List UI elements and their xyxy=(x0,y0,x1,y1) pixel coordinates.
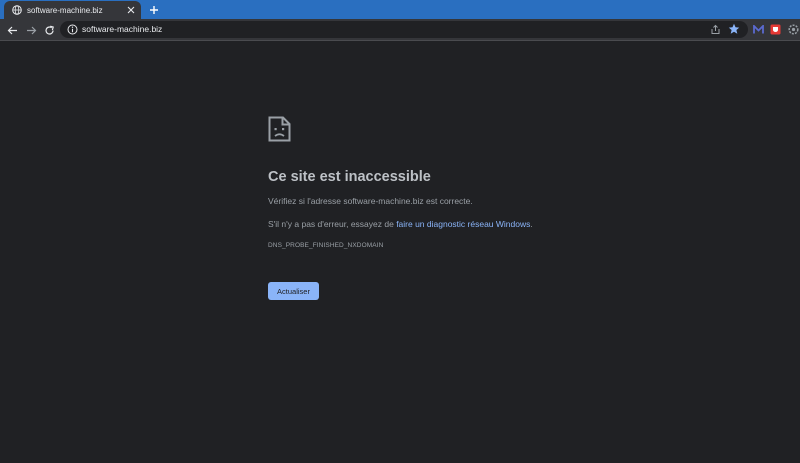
tab-title: software-machine.biz xyxy=(27,5,103,15)
reload-button[interactable] xyxy=(42,23,56,37)
extension-shield-icon[interactable] xyxy=(769,23,781,35)
close-tab-icon[interactable] xyxy=(125,4,137,16)
diagnostic-suffix-text: . xyxy=(530,219,533,229)
reload-page-button[interactable]: Actualiser xyxy=(268,282,319,300)
error-suggestion-diagnostic: S'il n'y a pas d'erreur, essayez de fair… xyxy=(268,219,533,229)
address-bar[interactable]: software-machine.biz xyxy=(60,21,748,38)
globe-icon xyxy=(12,5,22,15)
sad-document-icon xyxy=(268,116,291,142)
error-heading: Ce site est inaccessible xyxy=(268,169,431,185)
reload-icon xyxy=(44,25,54,35)
network-diagnostic-link[interactable]: faire un diagnostic réseau Windows xyxy=(396,219,530,229)
error-suggestion-address: Vérifiez si l'adresse software-machine.b… xyxy=(268,196,473,206)
new-tab-button[interactable] xyxy=(147,3,161,17)
plus-icon xyxy=(150,6,158,14)
url-text[interactable]: software-machine.biz xyxy=(82,24,162,34)
bookmark-star-icon[interactable] xyxy=(728,23,740,35)
tab-strip: software-machine.biz xyxy=(0,0,800,19)
browser-tab[interactable]: software-machine.biz xyxy=(4,1,141,19)
arrow-left-icon xyxy=(7,26,17,34)
info-icon[interactable] xyxy=(67,24,78,35)
browser-toolbar: software-machine.biz xyxy=(0,19,800,41)
diagnostic-prefix-text: S'il n'y a pas d'erreur, essayez de xyxy=(268,219,397,229)
error-code: DNS_PROBE_FINISHED_NXDOMAIN xyxy=(268,242,384,249)
error-container: Ce site est inaccessible Vérifiez si l'a… xyxy=(268,116,668,300)
back-button[interactable] xyxy=(5,23,19,37)
extension-m-icon[interactable] xyxy=(752,23,764,35)
forward-button[interactable] xyxy=(24,23,38,37)
share-icon[interactable] xyxy=(710,24,721,35)
extensions-puzzle-icon[interactable] xyxy=(787,23,799,35)
arrow-right-icon xyxy=(26,26,36,34)
